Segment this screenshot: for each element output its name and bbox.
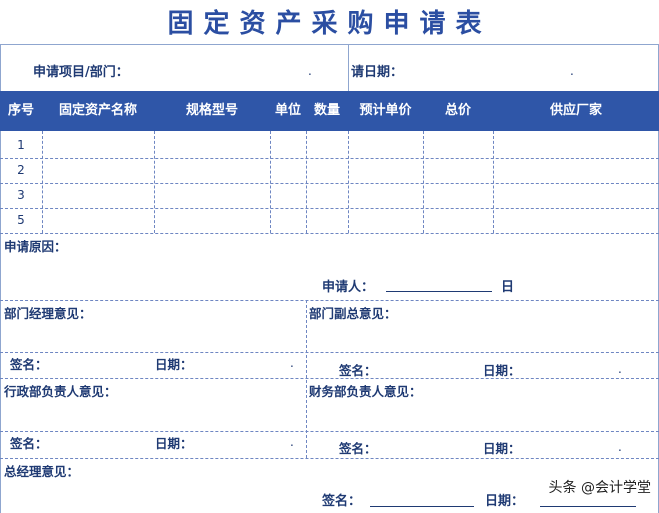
applicant-label: 申请人： xyxy=(322,280,375,295)
table-row-number: 1 xyxy=(17,138,25,152)
divider xyxy=(423,131,424,233)
divider xyxy=(0,208,659,209)
divider xyxy=(493,131,494,233)
project-dept-value[interactable]: . xyxy=(308,64,312,78)
divider xyxy=(270,131,271,233)
sign-label: 签名： xyxy=(339,441,377,456)
col-header-unit: 单位 xyxy=(274,103,301,118)
col-header-spec: 规格型号 xyxy=(185,103,238,118)
final-sign-label: 签名： xyxy=(322,494,362,509)
table-row-number: 3 xyxy=(17,188,25,202)
dept-manager-opinion-label: 部门经理意见： xyxy=(4,306,92,321)
sign-label: 签名： xyxy=(10,357,48,372)
final-date-line[interactable] xyxy=(540,506,636,507)
table-row-number: 5 xyxy=(17,213,25,227)
date-label: 日期： xyxy=(483,441,521,456)
date-value[interactable]: . xyxy=(290,356,294,370)
divider xyxy=(306,131,307,233)
apply-date-label: 请日期： xyxy=(351,65,404,80)
divider xyxy=(0,378,659,379)
divider xyxy=(348,131,349,233)
divider xyxy=(0,300,659,301)
date-value[interactable]: . xyxy=(290,435,294,449)
divider xyxy=(154,131,155,233)
divider xyxy=(0,458,659,459)
watermark: 头条 @会计学堂 xyxy=(548,480,651,496)
date-label: 日期： xyxy=(155,436,193,451)
admin-head-opinion-label: 行政部负责人意见： xyxy=(4,384,117,399)
applicant-signature-line[interactable] xyxy=(386,291,492,292)
divider xyxy=(0,431,659,432)
col-header-unit-price: 预计单价 xyxy=(359,103,412,118)
col-header-total: 总价 xyxy=(444,103,471,118)
sign-label: 签名： xyxy=(339,363,377,378)
date-value[interactable]: . xyxy=(618,362,622,376)
col-header-asset-name: 固定资产名称 xyxy=(58,103,137,118)
dept-vp-opinion-label: 部门副总意见： xyxy=(309,306,397,321)
sign-label: 签名： xyxy=(10,436,48,451)
table-header: 序号 固定资产名称 规格型号 单位 数量 预计单价 总价 供应厂家 xyxy=(0,91,659,131)
apply-date-value[interactable]: . xyxy=(570,64,574,78)
applicant-day-label: 日 xyxy=(501,280,515,295)
date-value[interactable]: . xyxy=(618,440,622,454)
final-date-label: 日期： xyxy=(485,494,525,509)
col-header-qty: 数量 xyxy=(313,103,340,118)
divider xyxy=(0,352,659,353)
divider xyxy=(0,44,659,45)
finance-head-opinion-label: 财务部负责人意见： xyxy=(309,384,422,399)
final-signature-line[interactable] xyxy=(370,506,474,507)
general-manager-opinion-label: 总经理意见： xyxy=(4,464,80,479)
divider xyxy=(0,158,659,159)
divider xyxy=(42,131,43,233)
col-header-no: 序号 xyxy=(7,103,34,118)
project-dept-label: 申请项目/部门： xyxy=(33,65,129,80)
col-header-supplier: 供应厂家 xyxy=(549,103,602,118)
date-label: 日期： xyxy=(155,357,193,372)
reason-label: 申请原因： xyxy=(4,239,67,254)
divider xyxy=(306,300,307,458)
table-row-number: 2 xyxy=(17,163,25,177)
divider xyxy=(348,44,349,91)
divider xyxy=(0,233,659,234)
date-label: 日期： xyxy=(483,363,521,378)
divider xyxy=(0,183,659,184)
form-title: 固定资产采购申请表 xyxy=(167,9,492,39)
